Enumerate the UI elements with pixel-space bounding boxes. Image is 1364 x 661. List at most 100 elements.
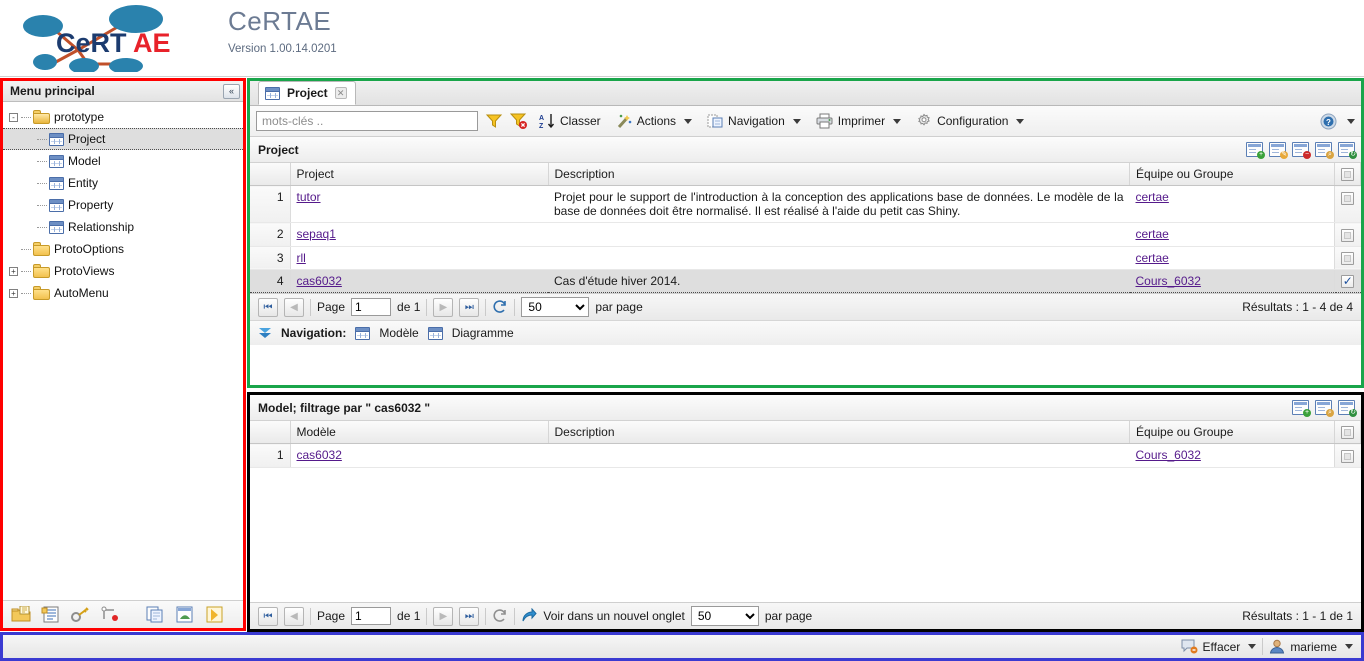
grid-icon[interactable]	[427, 326, 443, 340]
tree-item-relationship[interactable]: Relationship	[3, 216, 243, 238]
prev-page-button[interactable]: ◀	[284, 297, 304, 317]
add-record-icon[interactable]: +	[1246, 142, 1265, 159]
team-link[interactable]: certae	[1136, 227, 1169, 241]
row-checkbox[interactable]	[1341, 274, 1355, 289]
view-record-icon[interactable]: ⌕	[1315, 400, 1334, 417]
copy-icon[interactable]	[145, 606, 165, 624]
model-panel: Model; filtrage par " cas6032 " + ⌕ ↻ Mo…	[247, 392, 1364, 632]
project-link[interactable]: rll	[297, 251, 306, 265]
next-page-button[interactable]: ▶	[433, 606, 454, 626]
row-checkbox[interactable]	[1341, 251, 1355, 265]
team-link[interactable]: Cours_6032	[1136, 274, 1201, 288]
new-list-icon[interactable]	[41, 606, 61, 624]
team-link[interactable]: certae	[1136, 190, 1169, 204]
team-link[interactable]: certae	[1136, 251, 1169, 265]
import-icon[interactable]	[205, 606, 225, 624]
tree-item-entity[interactable]: Entity	[3, 172, 243, 194]
row-checkbox[interactable]	[1341, 191, 1355, 205]
first-page-button[interactable]: ⏮	[258, 606, 278, 626]
tree-connector	[21, 116, 31, 118]
row-checkbox[interactable]	[1341, 228, 1355, 242]
expand-icon[interactable]: +	[9, 266, 18, 276]
help-icon[interactable]: ?	[1320, 113, 1337, 130]
tree-item-property[interactable]: Property	[3, 194, 243, 216]
tree-item-project[interactable]: Project	[3, 128, 243, 150]
model-col-description[interactable]: Description	[548, 421, 1130, 445]
delete-record-icon[interactable]: −	[1292, 142, 1311, 159]
main-menu-panel: Menu principal « - prototype Project Model E…	[0, 78, 246, 631]
page-number-input[interactable]	[351, 607, 392, 625]
link-icon[interactable]	[101, 606, 121, 624]
tree-item-automenu[interactable]: + AutoMenu	[3, 282, 243, 304]
tree-item-protoviews[interactable]: + ProtoViews	[3, 260, 243, 282]
edit-record-icon[interactable]: ✎	[1269, 142, 1288, 159]
refresh-icon[interactable]	[492, 608, 508, 624]
collapse-sidebar-button[interactable]: «	[223, 83, 240, 99]
refresh-icon[interactable]: ↻	[1338, 400, 1357, 417]
navigation-row-label: Navigation:	[281, 326, 347, 341]
last-page-button[interactable]: ⏭	[459, 606, 480, 626]
per-page-select[interactable]: 102050100	[521, 297, 590, 318]
tab-project[interactable]: Project ✕	[258, 81, 356, 105]
key-icon[interactable]	[71, 606, 91, 624]
collapse-icon[interactable]: -	[9, 112, 18, 122]
model-col-team[interactable]: Équipe ou Groupe	[1129, 421, 1335, 445]
filter-remove-icon[interactable]	[510, 112, 528, 130]
row-select-cell	[1334, 246, 1361, 270]
classer-button[interactable]: A Z Classer	[535, 110, 605, 132]
table-row[interactable]: 3 rll certae	[250, 246, 1361, 270]
team-link[interactable]: Cours_6032	[1136, 448, 1201, 462]
new-folder-icon[interactable]	[11, 605, 31, 624]
model-col-modele[interactable]: Modèle	[290, 421, 549, 445]
refresh-icon[interactable]: ↻	[1338, 142, 1357, 159]
expand-icon[interactable]: +	[9, 288, 18, 298]
new-tab-label[interactable]: Voir dans un nouvel onglet	[543, 609, 684, 623]
search-input[interactable]	[256, 111, 478, 131]
grid-icon[interactable]	[355, 326, 371, 340]
app-version: Version 1.00.14.0201	[228, 43, 337, 55]
project-link[interactable]: sepaq1	[297, 227, 336, 241]
configuration-button[interactable]: Configuration	[912, 110, 1028, 132]
last-page-button[interactable]: ⏭	[459, 297, 480, 317]
project-col-project[interactable]: Project	[290, 163, 549, 187]
effacer-button[interactable]: Effacer	[1181, 639, 1257, 654]
table-row[interactable]: 1 cas6032 Cours_6032	[250, 443, 1361, 468]
new-tab-icon[interactable]	[521, 608, 538, 624]
table-row[interactable]: 1 tutor Projet pour le support de l'introd…	[250, 185, 1361, 224]
view-record-icon[interactable]: ⌕	[1315, 142, 1334, 159]
prev-page-button[interactable]: ◀	[284, 606, 304, 626]
tab-bar: Project ✕	[250, 81, 1361, 106]
export-icon[interactable]	[175, 606, 195, 624]
row-index: 1	[250, 443, 291, 468]
gear-icon	[916, 113, 932, 129]
project-col-team[interactable]: Équipe ou Groupe	[1129, 163, 1335, 187]
add-record-icon[interactable]: +	[1292, 400, 1311, 417]
project-link[interactable]: cas6032	[297, 274, 342, 288]
tree-item-model[interactable]: Model	[3, 150, 243, 172]
refresh-icon[interactable]	[492, 299, 508, 315]
row-checkbox[interactable]	[1341, 449, 1355, 463]
filter-icon[interactable]	[485, 112, 503, 130]
select-all-checkbox[interactable]	[1341, 168, 1354, 182]
help-chevron-down-icon[interactable]	[1347, 118, 1355, 124]
table-row[interactable]: 2 sepaq1 certae	[250, 222, 1361, 247]
nav-link-diagramme[interactable]: Diagramme	[452, 326, 514, 340]
nav-link-modele[interactable]: Modèle	[379, 326, 418, 340]
tree-item-prototype[interactable]: - prototype	[3, 106, 243, 128]
user-menu-button[interactable]: marieme	[1269, 639, 1353, 654]
project-col-description[interactable]: Description	[548, 163, 1130, 187]
next-page-button[interactable]: ▶	[433, 297, 454, 317]
imprimer-button[interactable]: Imprimer	[812, 110, 905, 132]
select-all-checkbox[interactable]	[1341, 426, 1354, 440]
navigation-button[interactable]: Navigation	[703, 110, 805, 132]
per-page-select[interactable]: 102050100	[690, 606, 759, 626]
model-link[interactable]: cas6032	[297, 448, 342, 462]
actions-button[interactable]: Actions	[612, 110, 696, 132]
page-number-input[interactable]	[351, 298, 392, 317]
table-row[interactable]: 4 cas6032 Cas d'étude hiver 2014. Cours_603…	[250, 268, 1361, 294]
first-page-button[interactable]: ⏮	[258, 297, 278, 317]
tree-item-protooptions[interactable]: ProtoOptions	[3, 238, 243, 260]
close-icon[interactable]: ✕	[334, 87, 347, 99]
project-link[interactable]: tutor	[297, 190, 321, 204]
chevron-down-icon	[684, 118, 693, 124]
